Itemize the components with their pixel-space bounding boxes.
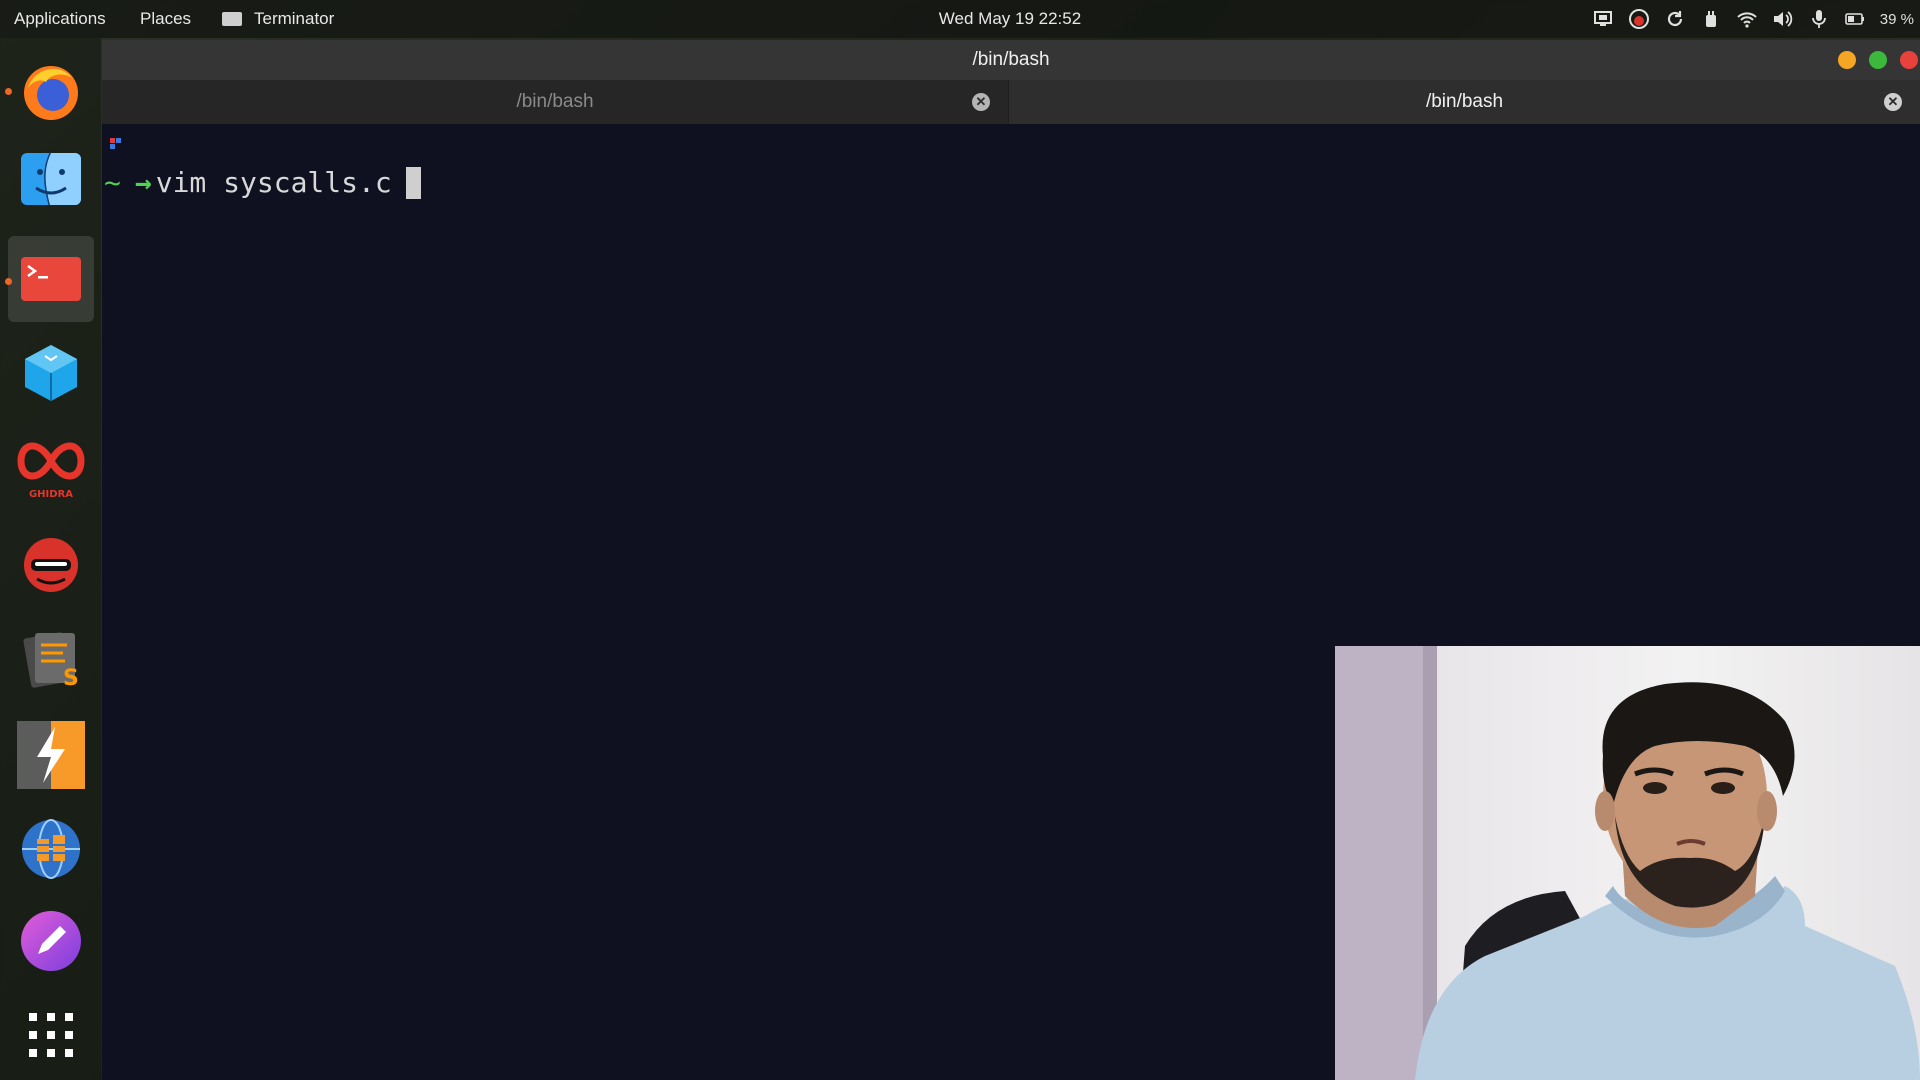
tab-label: /bin/bash: [1425, 91, 1504, 112]
display-icon[interactable]: [1592, 8, 1614, 30]
svg-text:GHIDRA: GHIDRA: [29, 489, 73, 500]
tab-bash-2[interactable]: /bin/bash ✕: [1009, 80, 1920, 124]
network-manager-icon[interactable]: [8, 806, 94, 892]
power-icon[interactable]: [1700, 8, 1722, 30]
webcam-person-image: [1335, 646, 1920, 1080]
terminal-group-icon: [110, 138, 122, 152]
notes-icon[interactable]: [8, 898, 94, 984]
zap-icon[interactable]: [8, 712, 94, 798]
close-window-button[interactable]: [1900, 51, 1918, 69]
battery-percent: 39 %: [1879, 10, 1914, 28]
command-text: vim syscalls.c: [155, 166, 392, 199]
finder-icon[interactable]: [8, 136, 94, 222]
firefox-icon[interactable]: [8, 48, 94, 134]
prompt-arrow: →: [134, 166, 152, 199]
microphone-icon[interactable]: [1808, 8, 1830, 30]
top-panel: Applications Places Terminator Wed May 1…: [0, 0, 1920, 38]
applications-menu[interactable]: Applications: [14, 0, 106, 38]
wifi-icon[interactable]: [1736, 8, 1758, 30]
svg-text:S: S: [63, 666, 79, 691]
system-tray: 39 %: [1592, 0, 1914, 38]
dock: GHIDRA S: [0, 38, 101, 1080]
close-tab-icon[interactable]: ✕: [1884, 93, 1902, 111]
tab-bar: /bin/bash ✕ /bin/bash ✕: [102, 80, 1920, 124]
active-app-menu[interactable]: Terminator: [222, 0, 334, 38]
minimize-button[interactable]: [1838, 51, 1856, 69]
volume-icon[interactable]: [1772, 8, 1794, 30]
clock[interactable]: Wed May 19 22:52: [939, 9, 1081, 28]
maximize-button[interactable]: [1869, 51, 1887, 69]
virtualbox-icon[interactable]: [8, 330, 94, 416]
window-title: /bin/bash: [972, 49, 1050, 70]
terminal-app-icon: [222, 12, 242, 26]
close-tab-icon[interactable]: ✕: [972, 93, 990, 111]
show-applications-icon[interactable]: [8, 992, 94, 1078]
sublime-text-icon[interactable]: S: [8, 616, 94, 702]
anonymous-icon[interactable]: [8, 522, 94, 608]
webcam-overlay: [1335, 646, 1920, 1080]
window-titlebar[interactable]: /bin/bash: [102, 40, 1920, 80]
ghidra-icon[interactable]: GHIDRA: [8, 424, 94, 510]
text-cursor: [405, 166, 421, 199]
active-app-label: Terminator: [254, 9, 335, 28]
prompt-tilde: ~: [104, 166, 121, 199]
running-indicator: [5, 278, 12, 285]
screen-recorder-icon[interactable]: [1628, 8, 1650, 30]
sync-icon[interactable]: [1664, 8, 1686, 30]
battery-icon[interactable]: [1844, 8, 1866, 30]
tab-label: /bin/bash: [516, 91, 594, 112]
tab-bash-1[interactable]: /bin/bash ✕: [102, 80, 1009, 124]
terminator-icon[interactable]: [8, 236, 94, 322]
places-menu[interactable]: Places: [140, 0, 191, 38]
prompt-line: ~ → vim syscalls.c: [104, 166, 421, 199]
